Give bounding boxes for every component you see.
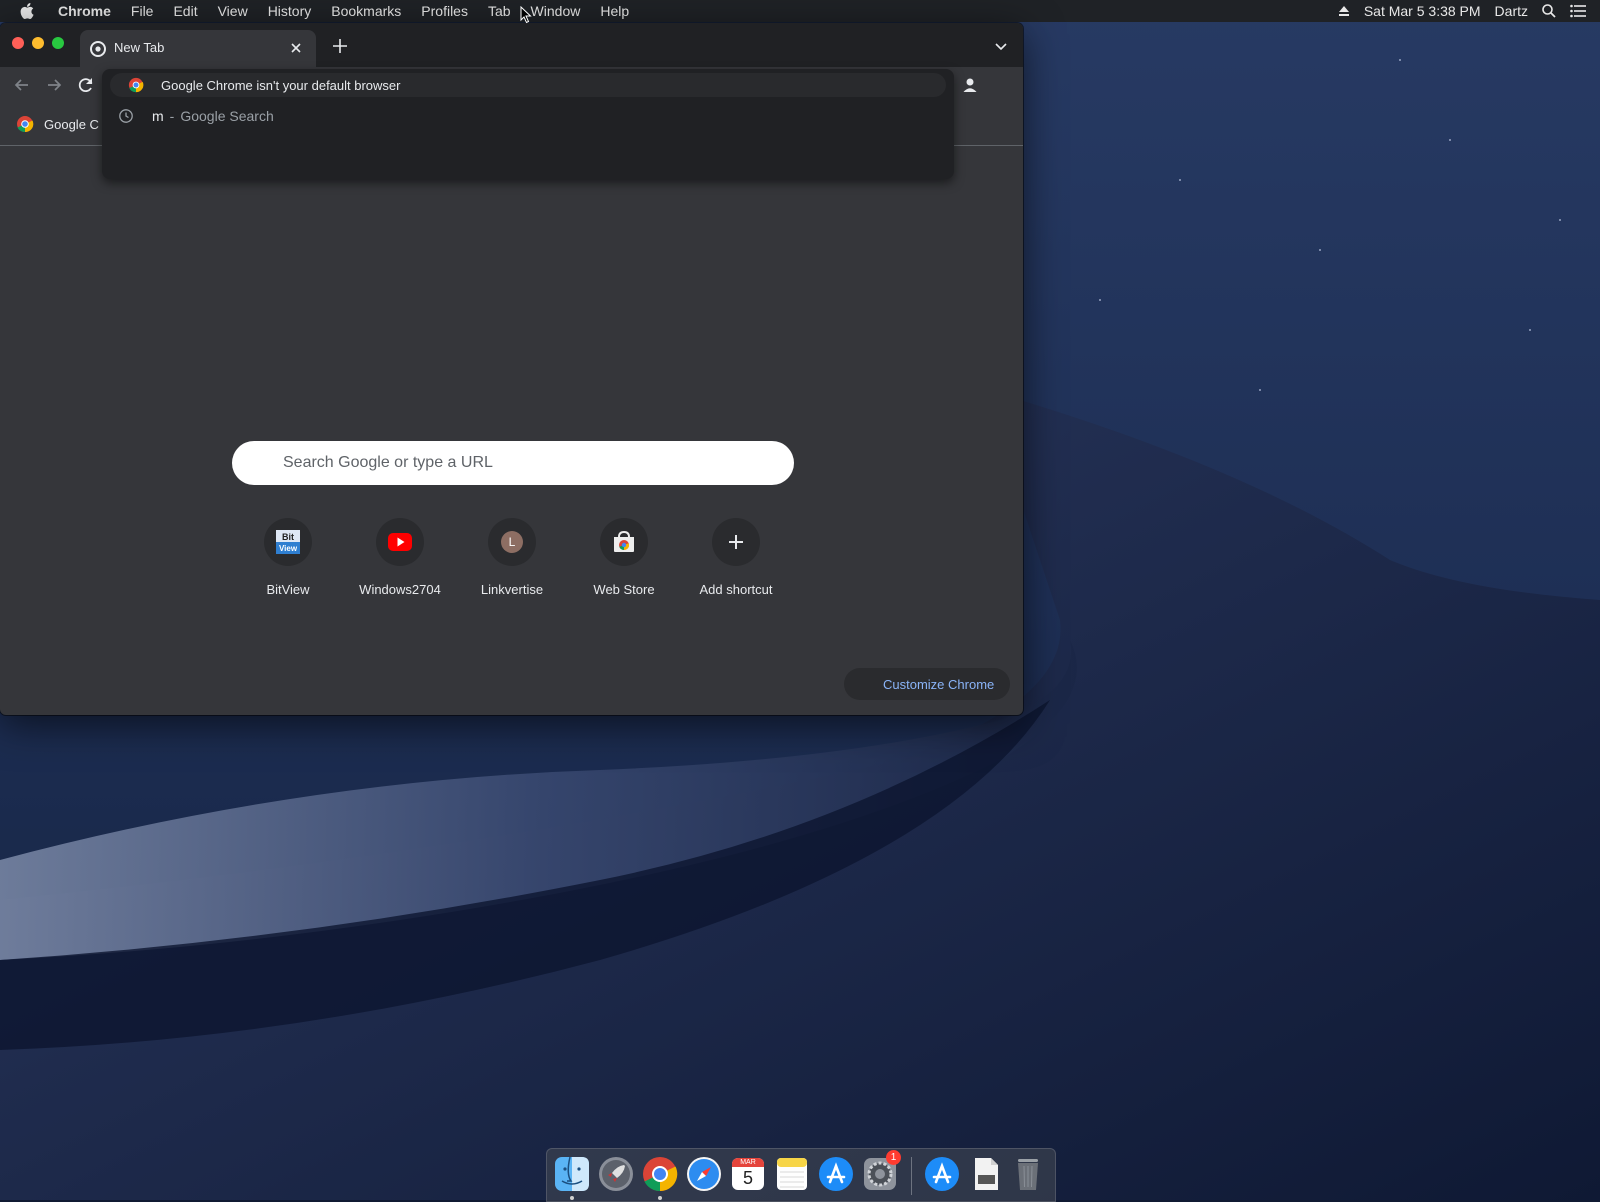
google-chrome-icon[interactable]	[641, 1155, 679, 1193]
omnibox-dropdown: Google Chrome isn't your default browser…	[102, 69, 954, 179]
plus-icon	[729, 535, 743, 549]
menu-file[interactable]: File	[121, 0, 164, 22]
shortcut-label: Linkvertise	[480, 582, 544, 597]
youtube-icon	[388, 533, 412, 551]
notes-icon[interactable]	[773, 1155, 811, 1193]
menu-bookmarks[interactable]: Bookmarks	[321, 0, 411, 22]
history-clock-icon	[119, 109, 133, 123]
suggestion-separator: -	[169, 108, 175, 124]
menu-bar-user[interactable]: Dartz	[1495, 3, 1528, 19]
close-icon[interactable]	[286, 38, 306, 58]
tab-strip: New Tab	[0, 23, 1023, 67]
launchpad-rocket-icon[interactable]	[597, 1155, 635, 1193]
mouse-cursor-icon	[520, 6, 532, 24]
calendar-icon[interactable]: MAR 5	[729, 1155, 767, 1193]
spotlight-search-icon[interactable]	[1542, 4, 1556, 18]
calendar-month: MAR	[732, 1158, 764, 1167]
menu-view[interactable]: View	[208, 0, 258, 22]
shortcut-windows2704-tile	[376, 518, 424, 566]
notification-center-icon[interactable]	[1570, 4, 1586, 18]
shortcut-linkvertise-tile: L	[488, 518, 536, 566]
shortcut-add[interactable]: Add shortcut	[680, 518, 792, 608]
dock: MAR 5 1	[546, 1148, 1056, 1202]
menu-bar-status-area: Sat Mar 5 3:38 PM Dartz	[1324, 0, 1600, 22]
shortcut-label: Web Store	[593, 582, 655, 597]
omnibox-input[interactable]: Google Chrome isn't your default browser	[110, 73, 946, 97]
shortcut-label: Windows2704	[359, 582, 441, 597]
menu-help[interactable]: Help	[590, 0, 639, 22]
menu-bar-clock[interactable]: Sat Mar 5 3:38 PM	[1364, 3, 1481, 19]
system-preferences-icon[interactable]: 1	[861, 1150, 901, 1193]
chrome-window: New Tab Google C Google Chrome isn't you…	[0, 23, 1023, 715]
customize-label: Customize Chrome	[883, 676, 995, 692]
web-store-icon	[614, 531, 634, 552]
new-tab-plus-icon[interactable]	[330, 36, 350, 56]
trash-icon[interactable]	[1009, 1155, 1047, 1193]
chrome-newtab-icon	[90, 41, 106, 57]
menu-app-name[interactable]: Chrome	[48, 0, 121, 22]
apple-icon[interactable]	[20, 3, 34, 19]
suggestion-query: m	[152, 108, 164, 124]
menu-bar: Chrome File Edit View History Bookmarks …	[0, 0, 1600, 22]
shortcut-bitview-tile: Bit View	[264, 518, 312, 566]
menu-history[interactable]: History	[258, 0, 322, 22]
safari-compass-icon[interactable]	[685, 1155, 723, 1193]
bitview-icon: Bit View	[276, 530, 300, 554]
menu-profiles[interactable]: Profiles	[411, 0, 478, 22]
dock-separator	[911, 1157, 912, 1195]
svg-text:View: View	[279, 544, 298, 553]
bookmark-label: Google C	[44, 116, 99, 132]
window-close-button[interactable]	[12, 37, 24, 49]
tab-title: New Tab	[114, 40, 165, 55]
customize-chrome-button[interactable]: Customize Chrome	[844, 668, 1010, 700]
chrome-logo-icon	[128, 77, 144, 93]
window-zoom-button[interactable]	[52, 37, 64, 49]
app-store-downloads-icon[interactable]	[923, 1155, 961, 1193]
omnibox-text: Google Chrome isn't your default browser	[161, 77, 401, 93]
shortcut-web-store-tile	[600, 518, 648, 566]
bookmark-google-chrome[interactable]: Google C	[16, 114, 99, 134]
search-placeholder: Search Google or type a URL	[283, 454, 493, 471]
shortcut-label: Add shortcut	[699, 582, 773, 597]
shortcut-label: BitView	[266, 582, 310, 597]
window-minimize-button[interactable]	[32, 37, 44, 49]
calendar-day: 5	[742, 1168, 753, 1188]
tab-new-tab[interactable]: New Tab	[80, 30, 316, 67]
omnibox-suggestion[interactable]: m - Google Search	[102, 101, 954, 131]
shortcut-linkvertise[interactable]: L Linkvertise	[456, 518, 568, 608]
chevron-down-icon[interactable]	[992, 37, 1010, 55]
svg-text:Bit: Bit	[282, 532, 294, 542]
back-arrow-icon[interactable]	[12, 75, 32, 95]
shortcut-windows2704[interactable]: Windows2704	[344, 518, 456, 608]
letter-l-icon: L	[501, 531, 523, 553]
shortcut-add-tile	[712, 518, 760, 566]
profile-avatar-icon[interactable]	[960, 75, 980, 95]
finder-icon[interactable]	[553, 1155, 591, 1193]
documents-folder-icon[interactable]	[967, 1155, 1005, 1193]
eject-icon[interactable]	[1338, 5, 1350, 17]
notification-badge: 1	[886, 1150, 901, 1165]
forward-arrow-icon[interactable]	[44, 75, 64, 95]
ntp-search-box[interactable]: Search Google or type a URL	[232, 441, 794, 485]
menu-tab[interactable]: Tab	[478, 0, 521, 22]
app-store-icon[interactable]	[817, 1155, 855, 1193]
chrome-logo-icon	[17, 116, 34, 133]
shortcut-bitview[interactable]: Bit View BitView	[232, 518, 344, 608]
suggestion-suffix: Google Search	[180, 108, 274, 124]
reload-icon[interactable]	[76, 75, 96, 95]
shortcut-web-store[interactable]: Web Store	[568, 518, 680, 608]
menu-edit[interactable]: Edit	[163, 0, 207, 22]
